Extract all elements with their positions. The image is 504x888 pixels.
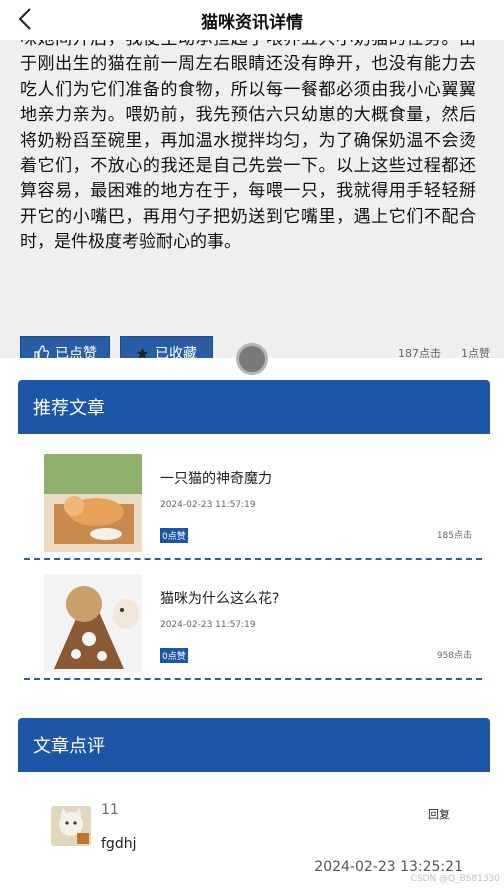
like-count: 1点赞 <box>461 347 490 358</box>
page-title: 猫咪资讯详情 <box>201 12 303 33</box>
lower-section: 推荐文章 一只猫的神奇魔力 2024-02-23 11:57:19 0点赞 18… <box>0 358 504 888</box>
recommend-item-date: 2024-02-23 11:57:19 <box>160 620 256 630</box>
recommend-item-views: 185点击 <box>436 531 472 541</box>
comment-text: fgdhj <box>101 836 137 852</box>
article-thumbnail <box>44 574 142 672</box>
back-button[interactable] <box>10 4 40 34</box>
like-button[interactable]: 已点赞 <box>20 336 110 358</box>
recommend-panel: 推荐文章 一只猫的神奇魔力 2024-02-23 11:57:19 0点赞 18… <box>18 380 490 698</box>
article-body: 咪她间开后，我便主动承担起了喂养五只小奶猫的任务。由于刚出生的猫在前一周左右眼睛… <box>20 40 476 253</box>
recommend-title: 推荐文章 <box>18 380 490 434</box>
article-section: 咪她间开后，我便主动承担起了喂养五只小奶猫的任务。由于刚出生的猫在前一周左右眼睛… <box>0 40 504 358</box>
recommend-item-likes: 0点赞 <box>160 648 188 663</box>
star-icon <box>136 347 149 358</box>
recommend-item-likes: 0点赞 <box>160 528 188 543</box>
recommend-item[interactable]: 一只猫的神奇魔力 2024-02-23 11:57:19 0点赞 185点击 <box>24 440 482 560</box>
recommend-item-date: 2024-02-23 11:57:19 <box>160 500 256 510</box>
watermark: CSDN @Q_BS81330 <box>410 874 500 884</box>
favorite-button-label: 已收藏 <box>155 346 197 358</box>
reply-button[interactable]: 回复 <box>428 806 450 822</box>
thumbs-up-icon <box>34 345 49 358</box>
comment-time: 2024-02-23 13:25:21 <box>314 859 463 875</box>
recommend-item[interactable]: 猫咪为什么这么花? 2024-02-23 11:57:19 0点赞 958点击 <box>24 560 482 680</box>
chevron-left-icon <box>18 8 31 30</box>
comment-panel: 文章点评 11 fgdhj 回复 2024-02-23 13:25:21 <box>18 718 490 888</box>
article-stats: 187点击 1点赞 <box>398 345 490 358</box>
comment-username: 11 <box>101 802 119 818</box>
drag-handle[interactable] <box>236 343 268 375</box>
view-count: 187点击 <box>398 347 441 358</box>
top-bar: 猫咪资讯详情 <box>0 0 504 40</box>
recommend-item-views: 958点击 <box>436 651 472 661</box>
recommend-item-title: 一只猫的神奇魔力 <box>160 471 272 487</box>
avatar <box>51 806 91 846</box>
like-button-label: 已点赞 <box>55 346 97 358</box>
recommend-item-title: 猫咪为什么这么花? <box>160 591 280 607</box>
article-thumbnail <box>44 454 142 552</box>
favorite-button[interactable]: 已收藏 <box>120 336 213 358</box>
comment-title: 文章点评 <box>18 718 490 772</box>
